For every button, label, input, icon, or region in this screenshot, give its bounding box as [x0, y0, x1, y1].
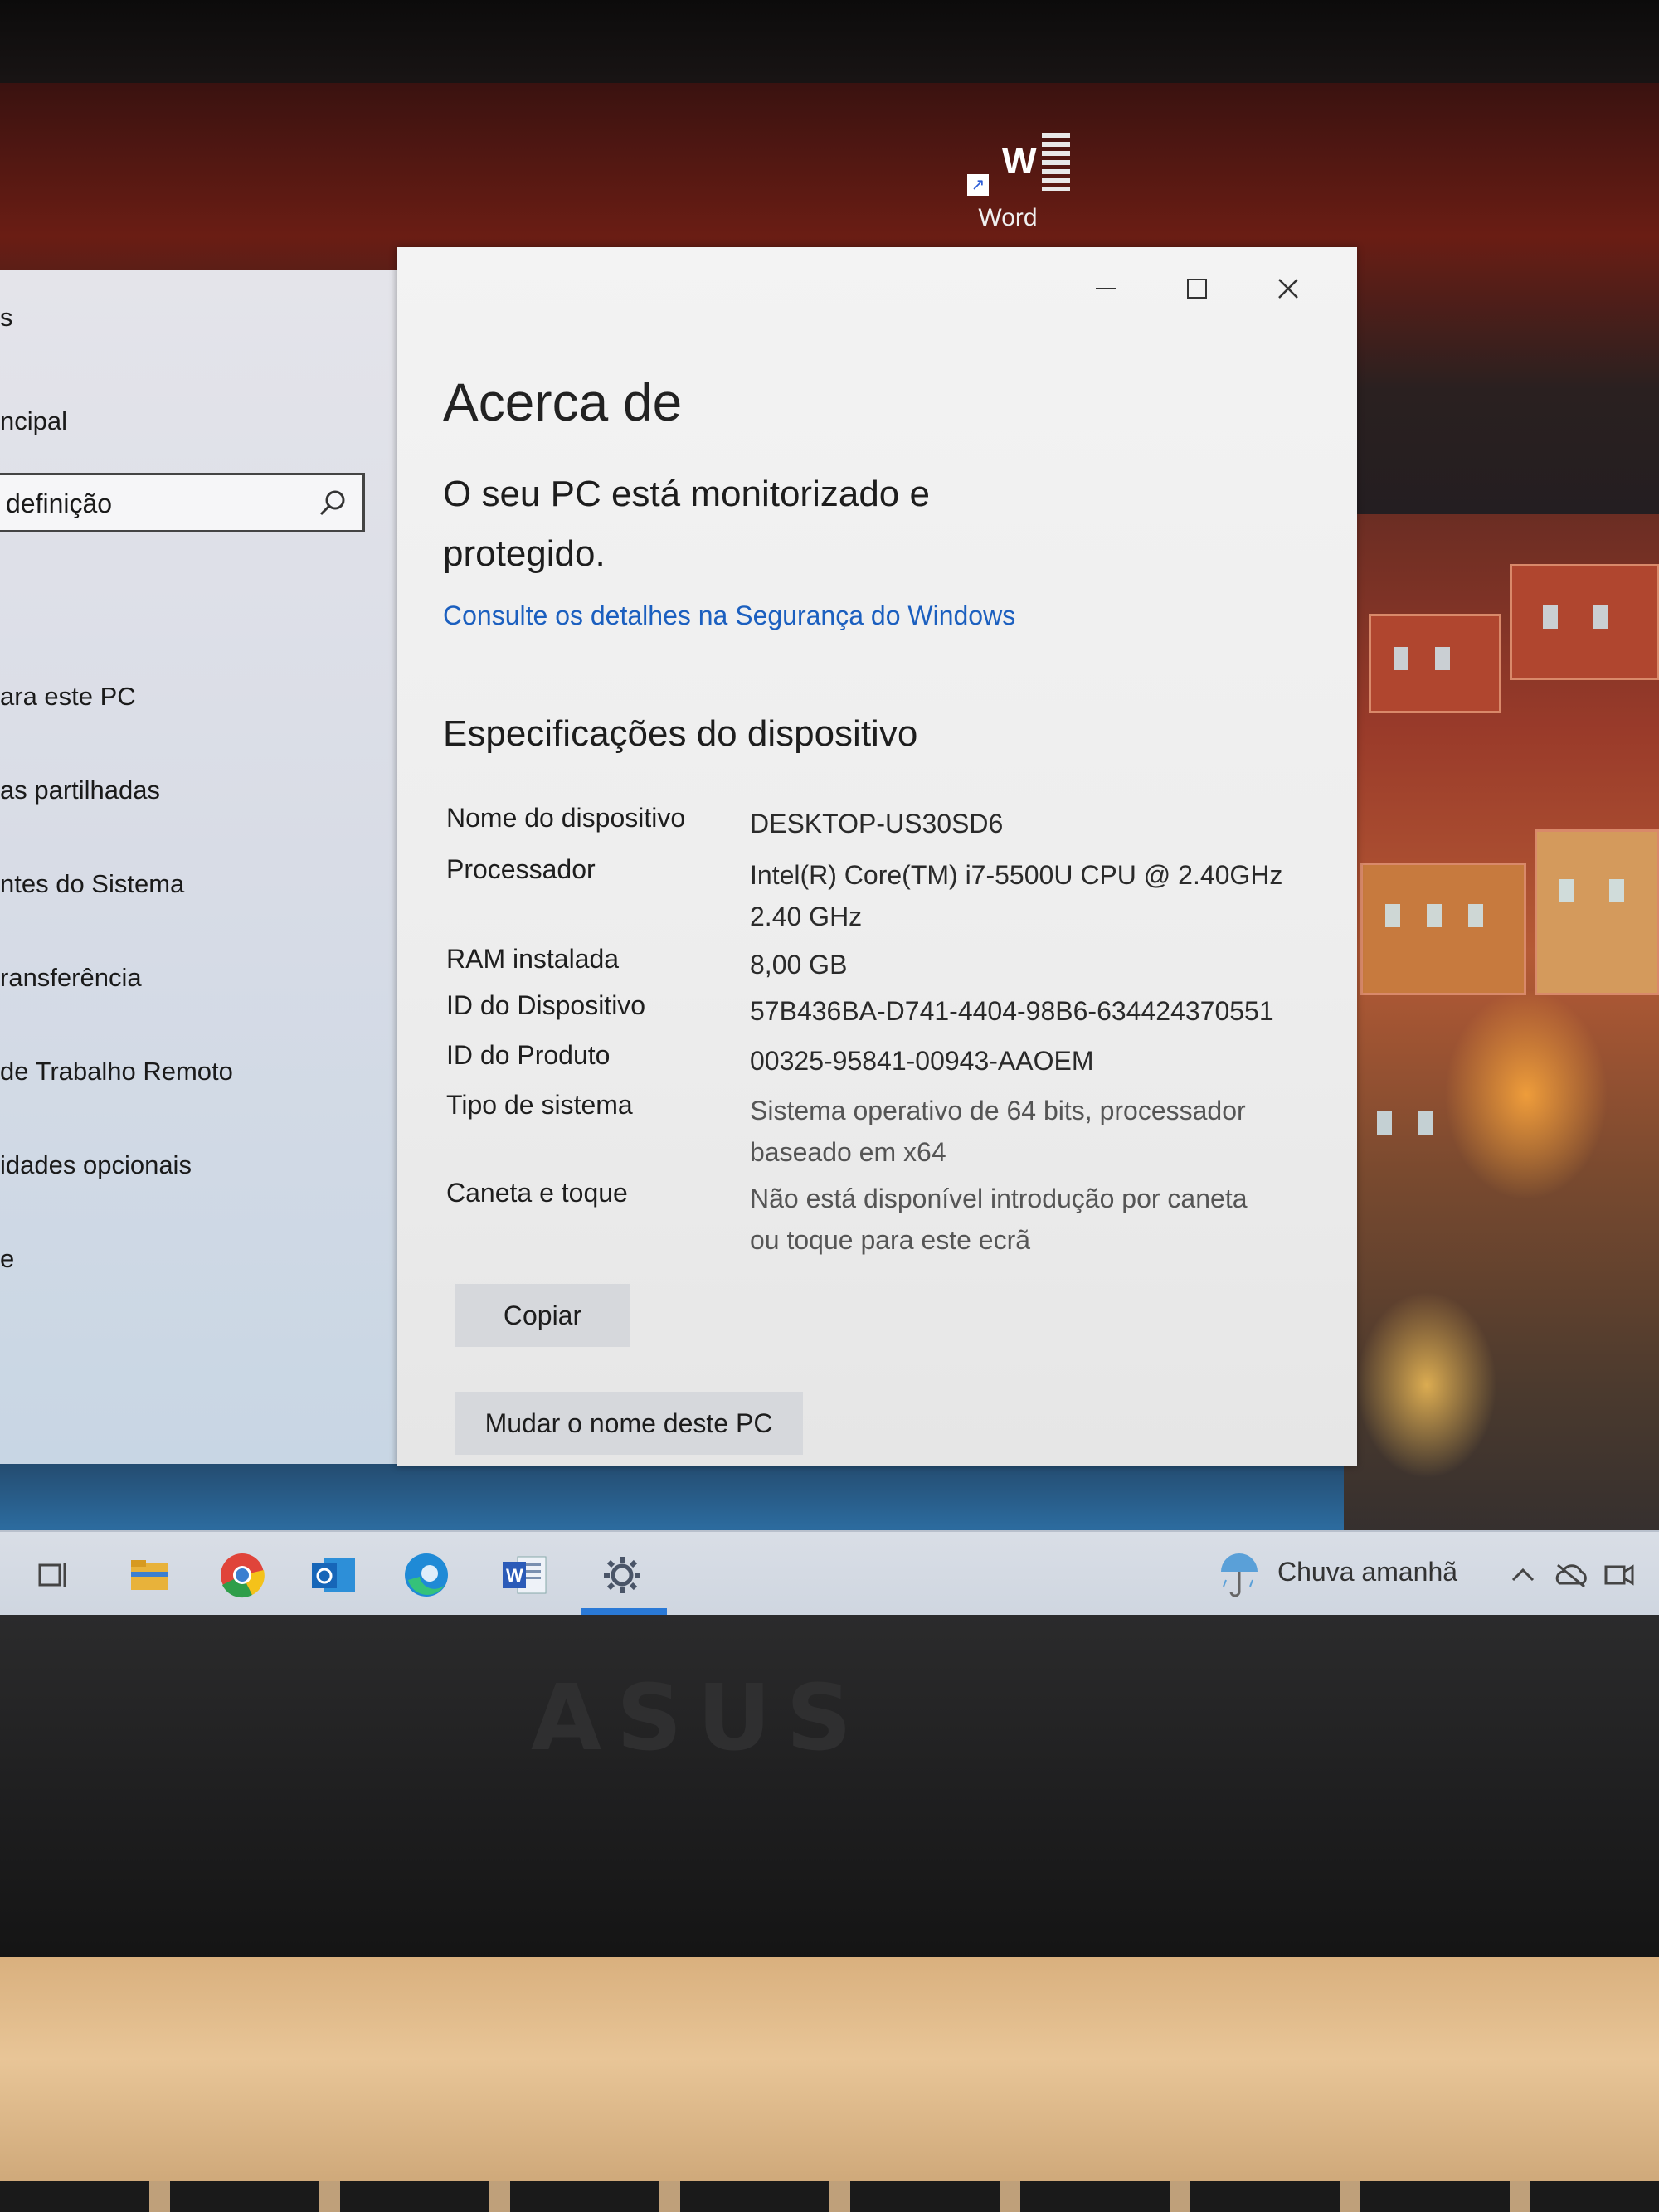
spec-value: 57B436BA-D741-4404-98B6-634424370551: [750, 996, 1274, 1026]
keyboard-keys: [0, 2181, 1659, 2212]
spec-value: 8,00 GB: [750, 950, 848, 980]
nav-item-shared-experiences[interactable]: as partilhadas: [0, 775, 160, 805]
meet-now-button[interactable]: [1593, 1548, 1646, 1602]
spec-label: Caneta e toque: [446, 1178, 628, 1208]
task-view-icon: [38, 1563, 66, 1587]
weather-widget-icon-wrap[interactable]: [1213, 1548, 1266, 1602]
device-specs-heading: Especificações do dispositivo: [443, 713, 918, 754]
task-view-button[interactable]: [27, 1548, 80, 1602]
brand-logo: ASUS: [531, 1665, 867, 1771]
desktop-icon-label: Word: [978, 204, 1038, 231]
word-icon: W: [987, 124, 1070, 191]
spec-value: 00325-95841-00943-AAOEM: [750, 1046, 1094, 1076]
chevron-up-icon: [1511, 1568, 1535, 1582]
chrome-icon: [221, 1553, 265, 1598]
close-button[interactable]: [1251, 262, 1326, 315]
nav-item-back[interactable]: s: [0, 303, 13, 333]
word-icon: W: [503, 1556, 547, 1594]
spec-label: RAM instalada: [446, 944, 620, 974]
spec-label: Nome do dispositivo: [446, 803, 686, 833]
nav-item-project-to-pc[interactable]: ara este PC: [0, 682, 136, 712]
file-explorer-icon: [131, 1560, 168, 1590]
settings-button[interactable]: [596, 1548, 649, 1602]
shortcut-arrow-icon: ↗: [967, 174, 989, 196]
search-placeholder: definição: [6, 489, 113, 518]
edge-button[interactable]: [400, 1548, 453, 1602]
desktop-word-shortcut[interactable]: W ↗ Word: [962, 116, 1070, 241]
maximize-button[interactable]: [1160, 262, 1234, 315]
spec-value: Não está disponível introdução por canet…: [750, 1184, 1248, 1255]
weather-text[interactable]: Chuva amanhã: [1277, 1557, 1457, 1587]
spec-value: Intel(R) Core(TM) i7-5500U CPU @ 2.40GHz…: [750, 860, 1283, 931]
wallpaper-town: [1344, 514, 1659, 1609]
cloud-offline-icon: [1555, 1563, 1587, 1588]
spec-label: ID do Produto: [446, 1040, 611, 1070]
spec-label: ID do Dispositivo: [446, 990, 646, 1020]
copy-button[interactable]: Copiar: [455, 1284, 630, 1347]
svg-text:W: W: [506, 1565, 523, 1586]
spec-label: Tipo de sistema: [446, 1090, 633, 1120]
close-icon: [1278, 279, 1298, 299]
camera-icon: [1604, 1564, 1634, 1586]
minimize-icon: [1096, 288, 1116, 289]
onedrive-button[interactable]: [1545, 1548, 1598, 1602]
spec-label: Processador: [446, 854, 596, 884]
nav-item-optional-features[interactable]: idades opcionais: [0, 1150, 192, 1180]
about-window: Acerca de O seu PC está monitorizado e p…: [397, 247, 1357, 1466]
nav-item-clipboard[interactable]: ransferência: [0, 963, 142, 993]
security-status-text: O seu PC está monitorizado e protegido.: [443, 474, 930, 574]
settings-search-box[interactable]: definição: [0, 473, 365, 532]
nav-item-remote-desktop[interactable]: de Trabalho Remoto: [0, 1057, 233, 1087]
maximize-icon: [1187, 279, 1207, 299]
file-explorer-button[interactable]: [123, 1548, 176, 1602]
outlook-icon: [312, 1558, 355, 1592]
spec-value: Sistema operativo de 64 bits, processado…: [750, 1096, 1246, 1167]
show-hidden-icons-button[interactable]: [1496, 1548, 1550, 1602]
page-title: Acerca de: [443, 372, 683, 432]
umbrella-rain-icon: [1221, 1553, 1258, 1597]
spec-value: DESKTOP-US30SD6: [750, 809, 1004, 839]
windows-security-link[interactable]: Consulte os detalhes na Segurança do Win…: [443, 600, 1015, 631]
nav-item-home[interactable]: ncipal: [0, 406, 67, 436]
word-button[interactable]: W: [498, 1548, 551, 1602]
chrome-button[interactable]: [216, 1548, 269, 1602]
search-icon: [319, 490, 345, 516]
edge-icon: [405, 1553, 448, 1597]
outlook-button[interactable]: [307, 1548, 360, 1602]
laptop-body: ASUS: [0, 1615, 1659, 1963]
settings-nav-pane: s ncipal definição ara este PC as partil…: [0, 270, 406, 1464]
laptop-keyboard-deck: [0, 1957, 1659, 2212]
minimize-button[interactable]: [1068, 262, 1143, 315]
nav-item-system-components[interactable]: ntes do Sistema: [0, 869, 184, 899]
settings-icon: [604, 1557, 640, 1593]
rename-pc-button[interactable]: Mudar o nome deste PC: [455, 1392, 803, 1455]
nav-item-about[interactable]: e: [0, 1244, 14, 1274]
active-app-indicator: [581, 1608, 667, 1615]
taskbar: W Chuva amanhã: [0, 1530, 1659, 1615]
